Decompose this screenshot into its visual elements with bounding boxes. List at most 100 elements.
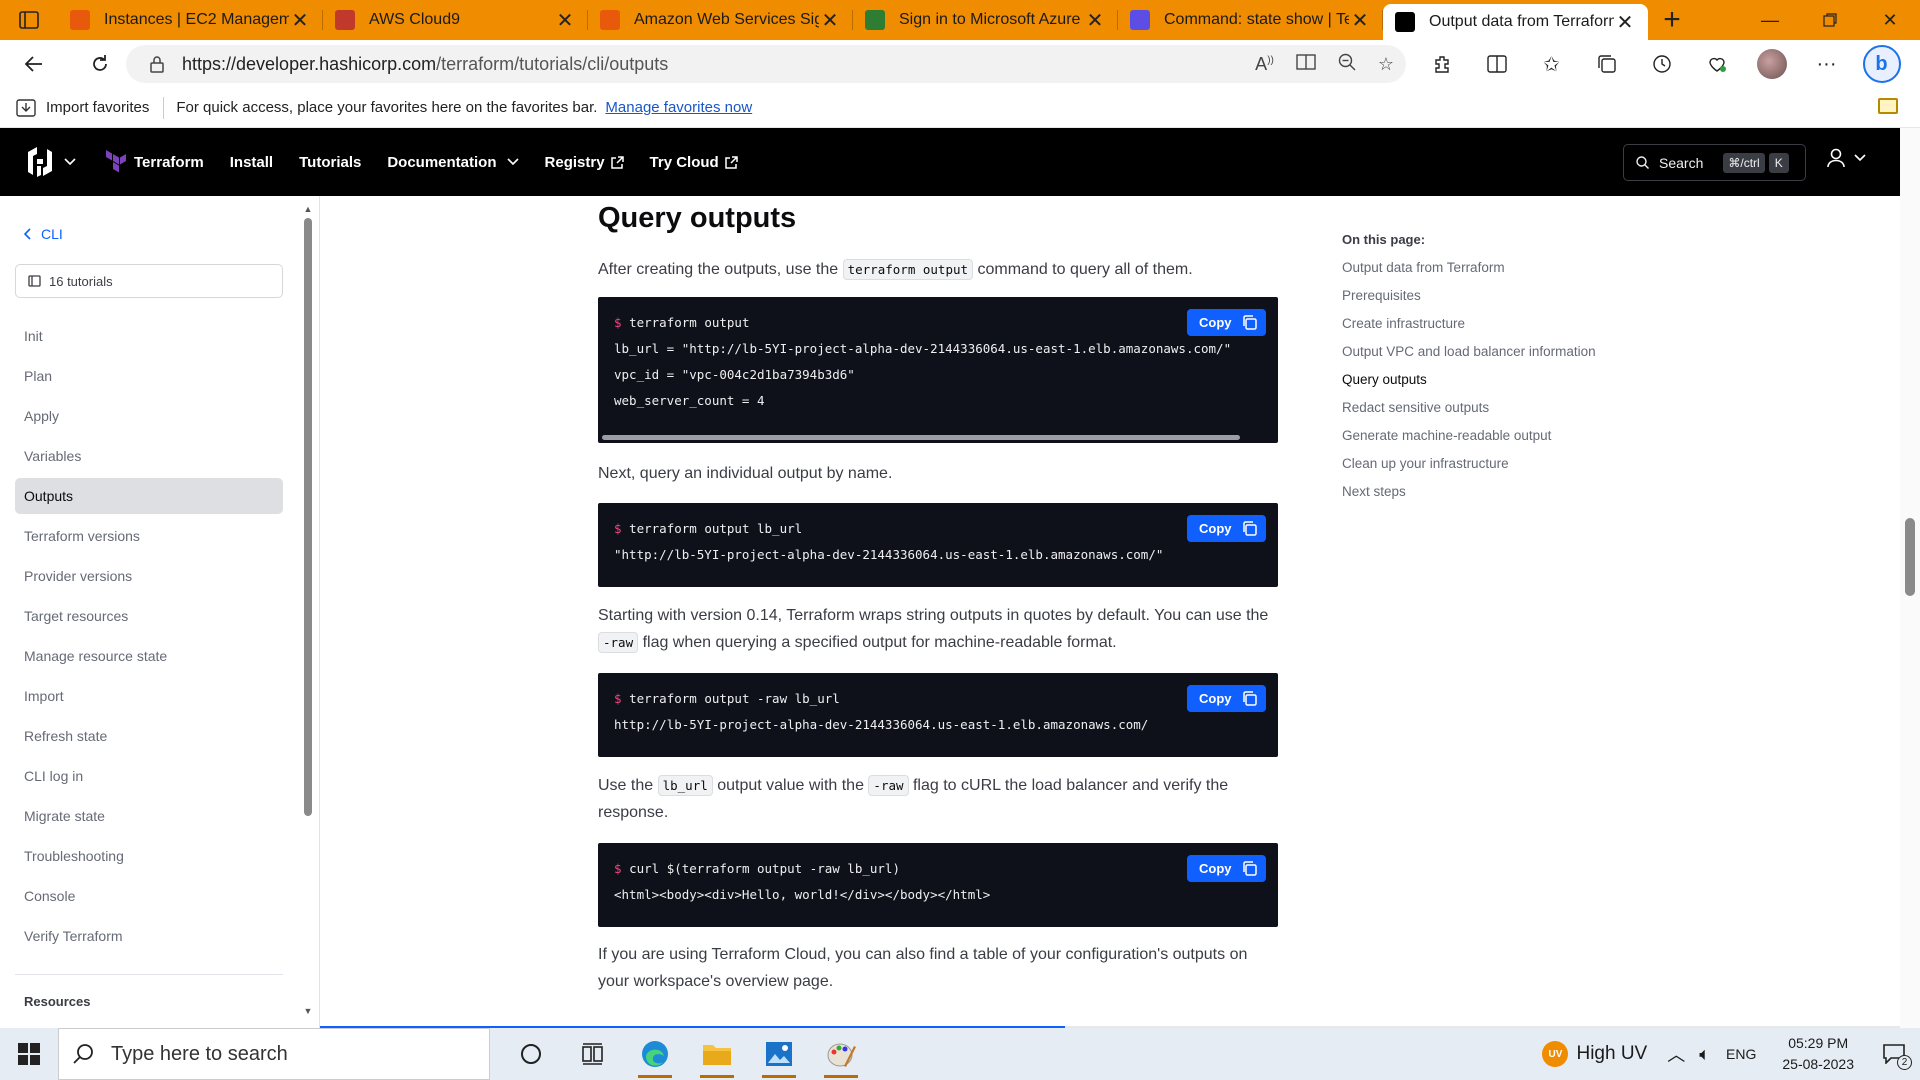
weather-widget[interactable]: UV High UV <box>1542 1041 1647 1067</box>
nav-tutorials-label: Tutorials <box>299 153 362 171</box>
terraform-brand-link[interactable]: Terraform <box>106 150 204 174</box>
nav-tutorials[interactable]: Tutorials <box>299 154 361 171</box>
paint-icon[interactable] <box>810 1028 872 1080</box>
browser-tab[interactable]: AWS Cloud9 ✕ <box>323 0 588 40</box>
copy-button[interactable]: Copy <box>1187 515 1266 542</box>
settings-more-icon[interactable]: ··· <box>1799 44 1854 84</box>
page-scrollbar-thumb[interactable] <box>1905 518 1915 596</box>
nav-try-cloud[interactable]: Try Cloud <box>650 154 738 171</box>
copy-button[interactable]: Copy <box>1187 685 1266 712</box>
toc-link[interactable]: Generate machine-readable output <box>1342 428 1596 456</box>
minimize-icon[interactable]: — <box>1740 0 1800 40</box>
toc-link[interactable]: Output VPC and load balancer information <box>1342 344 1596 372</box>
page-scrollbar[interactable] <box>1900 128 1920 1028</box>
browser-essentials-icon[interactable] <box>1689 44 1744 84</box>
task-view-icon[interactable] <box>562 1028 624 1080</box>
back-icon[interactable] <box>12 44 56 84</box>
show-hidden-icons-chevron-icon[interactable]: ︿ <box>1667 1041 1685 1067</box>
browser-tab[interactable]: Output data from Terraform ✕ <box>1383 4 1648 40</box>
notifications-icon[interactable]: 2 <box>1874 1034 1914 1074</box>
close-tab-icon[interactable]: ✕ <box>289 8 311 33</box>
sidebar-item-variables[interactable]: Variables <box>15 438 283 474</box>
restore-icon[interactable] <box>1800 0 1860 40</box>
clock[interactable]: 05:29 PM 25-08-2023 <box>1782 1033 1854 1075</box>
copy-button[interactable]: Copy <box>1187 309 1266 336</box>
sidebar-item-refresh-state[interactable]: Refresh state <box>15 718 283 754</box>
immersive-reader-icon[interactable] <box>1296 53 1316 76</box>
file-explorer-icon[interactable] <box>686 1028 748 1080</box>
taskbar-search-box[interactable]: Type here to search <box>58 1028 490 1080</box>
sidebar-scrollbar-thumb[interactable] <box>304 218 312 816</box>
url-text[interactable]: https://developer.hashicorp.com/terrafor… <box>182 54 668 75</box>
browser-tab[interactable]: Command: state show | Ter ✕ <box>1118 0 1383 40</box>
sidebar-item-target-resources[interactable]: Target resources <box>15 598 283 634</box>
toc-link[interactable]: Next steps <box>1342 484 1596 512</box>
sidebar-item-import[interactable]: Import <box>15 678 283 714</box>
sidebar-item-cli-log-in[interactable]: CLI log in <box>15 758 283 794</box>
split-screen-icon[interactable] <box>1469 44 1524 84</box>
sidebar-item-init[interactable]: Init <box>15 318 283 354</box>
toc-link[interactable]: Output data from Terraform <box>1342 260 1596 288</box>
scroll-up-arrow-icon[interactable]: ▲ <box>302 204 314 214</box>
sidebar-item-verify-terraform[interactable]: Verify Terraform <box>15 918 283 954</box>
toc-link[interactable]: Create infrastructure <box>1342 316 1596 344</box>
hashicorp-logo-menu[interactable] <box>26 146 76 178</box>
extensions-icon[interactable] <box>1414 44 1469 84</box>
favorites-icon[interactable]: ✩ <box>1524 44 1579 84</box>
bing-copilot-icon[interactable]: b <box>1854 44 1909 84</box>
close-tab-icon[interactable]: ✕ <box>819 8 841 33</box>
sidebar-item-manage-resource-state[interactable]: Manage resource state <box>15 638 283 674</box>
sidebar-item-outputs[interactable]: Outputs <box>15 478 283 514</box>
sidebar-item-terraform-versions[interactable]: Terraform versions <box>15 518 283 554</box>
language-indicator[interactable]: ENG <box>1726 1046 1756 1062</box>
history-icon[interactable] <box>1634 44 1689 84</box>
address-bar[interactable]: https://developer.hashicorp.com/terrafor… <box>126 45 1406 83</box>
zoom-out-icon[interactable] <box>1338 53 1356 76</box>
manage-favorites-link[interactable]: Manage favorites now <box>605 99 752 116</box>
copy-button[interactable]: Copy <box>1187 855 1266 882</box>
sidebar-item-console[interactable]: Console <box>15 878 283 914</box>
edge-browser-icon[interactable] <box>624 1028 686 1080</box>
favorite-star-icon[interactable]: ☆ <box>1378 54 1394 75</box>
tutorials-count-badge: 16 tutorials <box>15 264 283 298</box>
scroll-down-arrow-icon[interactable]: ▼ <box>302 1006 314 1016</box>
windows-start-icon[interactable] <box>0 1028 58 1080</box>
sidebar-item-troubleshooting[interactable]: Troubleshooting <box>15 838 283 874</box>
new-tab-button[interactable]: + <box>1648 0 1696 40</box>
close-tab-icon[interactable]: ✕ <box>554 8 576 33</box>
back-to-cli-link[interactable]: CLI <box>24 226 63 242</box>
close-tab-icon[interactable]: ✕ <box>1614 10 1636 35</box>
nav-install[interactable]: Install <box>230 154 273 171</box>
browser-tab[interactable]: Sign in to Microsoft Azure ✕ <box>853 0 1118 40</box>
nav-documentation[interactable]: Documentation <box>387 154 519 171</box>
refresh-icon[interactable] <box>78 44 122 84</box>
browser-tab[interactable]: Amazon Web Services Sign ✕ <box>588 0 853 40</box>
close-tab-icon[interactable]: ✕ <box>1084 8 1106 33</box>
sidebar-scrollbar[interactable]: ▲ ▼ <box>302 204 314 1024</box>
sidebar-item-provider-versions[interactable]: Provider versions <box>15 558 283 594</box>
lock-icon[interactable] <box>146 53 168 75</box>
browser-tab[interactable]: Instances | EC2 Managemen✕ <box>58 0 323 40</box>
toc-link[interactable]: Redact sensitive outputs <box>1342 400 1596 428</box>
read-aloud-icon[interactable]: A)) <box>1255 54 1274 75</box>
site-search-button[interactable]: Search ⌘/ctrl K <box>1623 144 1806 181</box>
collections-icon[interactable] <box>1579 44 1634 84</box>
other-favorites-folder-icon[interactable] <box>1878 98 1898 114</box>
cortana-icon[interactable] <box>500 1028 562 1080</box>
toc-link[interactable]: Query outputs <box>1342 372 1596 400</box>
code-horizontal-scrollbar[interactable] <box>602 435 1240 440</box>
toc-link[interactable]: Clean up your infrastructure <box>1342 456 1596 484</box>
nav-registry[interactable]: Registry <box>545 154 624 171</box>
user-menu-button[interactable] <box>1826 148 1866 168</box>
close-window-icon[interactable]: ✕ <box>1860 0 1920 40</box>
volume-icon[interactable]: 🔈︎ <box>1699 1044 1710 1065</box>
sidebar-item-plan[interactable]: Plan <box>15 358 283 394</box>
sidebar-item-migrate-state[interactable]: Migrate state <box>15 798 283 834</box>
profile-avatar[interactable] <box>1744 44 1799 84</box>
tab-actions-icon[interactable] <box>0 0 58 40</box>
photos-icon[interactable] <box>748 1028 810 1080</box>
sidebar-item-apply[interactable]: Apply <box>15 398 283 434</box>
import-favorites-button[interactable]: Import favorites <box>16 98 149 117</box>
toc-link[interactable]: Prerequisites <box>1342 288 1596 316</box>
close-tab-icon[interactable]: ✕ <box>1349 8 1371 33</box>
